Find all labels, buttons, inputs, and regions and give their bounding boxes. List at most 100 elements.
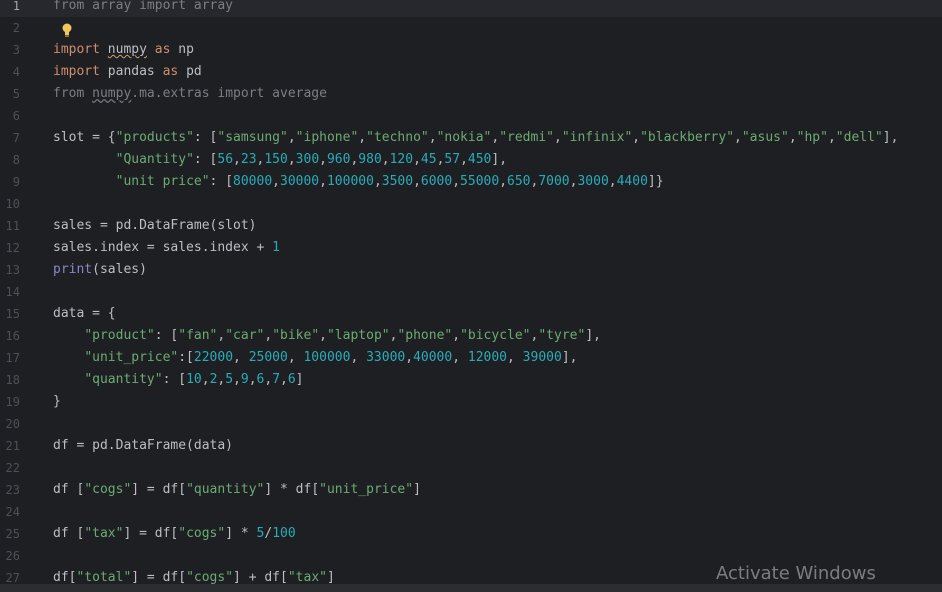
code-line[interactable]: 16 "product": ["fan","car","bike","lapto… (0, 325, 942, 347)
line-number: 24 (5, 505, 20, 519)
code-token: :[ (178, 350, 194, 365)
code-token: 7000 (538, 174, 570, 189)
code-token: "total" (76, 570, 132, 585)
code-text: "product": ["fan","car","bike","laptop",… (53, 325, 601, 347)
code-line[interactable]: 14 (0, 281, 942, 303)
line-number: 22 (5, 461, 20, 475)
code-token: , (264, 372, 273, 387)
code-line[interactable]: 18 "quantity": [10,2,5,9,6,7,6] (0, 369, 942, 391)
code-token: "fan" (178, 328, 218, 343)
code-token: 23 (240, 152, 257, 167)
code-token: 100 (272, 526, 296, 541)
code-token: sales.index = sales.index + (53, 240, 273, 255)
code-token: "cogs" (186, 570, 234, 585)
code-line[interactable]: 9 "unit price": [80000,30000,100000,3500… (0, 171, 942, 193)
code-token: 56 (217, 152, 234, 167)
code-token: 45 (420, 152, 437, 167)
code-token: "nokia" (436, 130, 492, 145)
code-token: 450 (467, 152, 492, 167)
code-line[interactable]: 25 df ["tax"] = df["cogs"] * 5/100 (0, 523, 942, 545)
code-line[interactable]: 10 (0, 193, 942, 215)
code-token: : [ (154, 328, 179, 343)
code-token: , (428, 130, 437, 145)
line-number: 17 (5, 351, 20, 365)
code-token: "samsung" (217, 130, 288, 145)
code-token: "tax" (287, 570, 327, 585)
code-line[interactable]: 20 (0, 413, 942, 435)
code-token: numpy (107, 42, 147, 57)
code-line[interactable]: 21 df = pd.DataFrame(data) (0, 435, 942, 457)
code-token: , (413, 152, 421, 167)
code-line[interactable]: 1 from array import array (0, 0, 942, 17)
line-number: 5 (12, 87, 20, 101)
code-token: import (53, 64, 108, 79)
code-token: : [ (162, 372, 187, 387)
line-number: 7 (12, 131, 20, 145)
code-line[interactable]: 13 print(sales) (0, 259, 942, 281)
code-line[interactable]: 4 import pandas as pd (0, 61, 942, 83)
code-token: 25000 (248, 350, 288, 365)
code-token: .ma.extras import average (131, 86, 327, 101)
code-token: , (233, 350, 249, 365)
code-line[interactable]: 7 slot = {"products": ["samsung","iphone"… (0, 127, 942, 149)
code-token: , (452, 174, 461, 189)
code-text: print(sales) (53, 259, 147, 281)
code-token: , (319, 328, 327, 343)
code-line[interactable]: 12 sales.index = sales.index + 1 (0, 237, 942, 259)
line-number: 4 (12, 65, 20, 79)
code-token: data = { (53, 306, 116, 321)
line-number: 16 (5, 329, 20, 343)
code-text: sales = pd.DataFrame(slot) (53, 215, 257, 237)
code-token: 30000 (280, 174, 320, 189)
lightbulb-icon[interactable] (60, 22, 74, 38)
code-token: "techno" (366, 130, 429, 145)
code-line[interactable]: 24 (0, 501, 942, 523)
code-token: pd (186, 64, 202, 79)
code-token: "bike" (272, 328, 320, 343)
code-token: import (53, 42, 108, 57)
code-line[interactable]: 8 "Quantity": [56,23,150,300,960,980,120… (0, 149, 942, 171)
code-token: , (460, 152, 468, 167)
code-text: import pandas as pd (53, 61, 202, 83)
line-number: 25 (5, 527, 20, 541)
line-number: 13 (5, 263, 20, 277)
horizontal-scrollbar[interactable] (0, 584, 942, 592)
code-line[interactable]: 22 (0, 457, 942, 479)
code-token: 6 (287, 372, 296, 387)
code-token: , (632, 130, 641, 145)
line-number: 3 (12, 43, 20, 57)
code-token: "laptop" (326, 328, 390, 343)
code-token: , (788, 130, 797, 145)
code-token: 39000 (522, 350, 562, 365)
code-line[interactable]: 11 sales = pd.DataFrame(slot) (0, 215, 942, 237)
code-line[interactable]: 15 data = { (0, 303, 942, 325)
code-line[interactable]: 3 import numpy as np (0, 39, 942, 61)
code-token: , (452, 350, 468, 365)
line-number: 15 (5, 307, 20, 321)
code-editor[interactable]: 27 df["total"] = df["cogs"] + df["tax"] 26… (0, 0, 942, 592)
code-token: , (608, 174, 617, 189)
line-number: 26 (5, 549, 20, 563)
code-text: from array import array (53, 0, 233, 17)
code-token: "cogs" (84, 482, 132, 497)
code-token: / (264, 526, 273, 541)
code-token: , (287, 130, 296, 145)
code-token: "tax" (84, 526, 124, 541)
code-line[interactable]: 6 (0, 105, 942, 127)
line-number: 20 (5, 417, 20, 431)
code-token: ] = df[ (131, 570, 187, 585)
line-number: 19 (5, 395, 20, 409)
code-line[interactable]: 5 from numpy.ma.extras import average (0, 83, 942, 105)
code-token: 3500 (381, 174, 414, 189)
code-token: , (201, 372, 210, 387)
code-token: , (264, 328, 273, 343)
code-line[interactable]: 17 "unit_price":[22000, 25000, 100000, 3… (0, 347, 942, 369)
line-number: 11 (5, 219, 20, 233)
code-token: ] * df[ (264, 482, 320, 497)
code-line[interactable]: 23 df ["cogs"] = df["quantity"] * df["uni… (0, 479, 942, 501)
code-line[interactable]: 2 (0, 17, 942, 39)
code-token: sales = pd.DataFrame(slot) (53, 218, 257, 233)
code-line[interactable]: 19} (0, 391, 942, 413)
